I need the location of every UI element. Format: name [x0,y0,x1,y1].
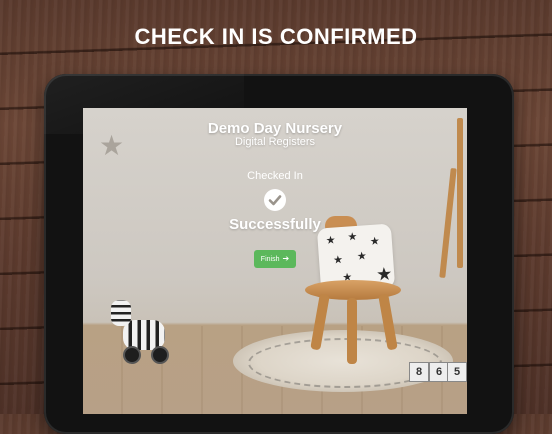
toy-wheel [123,346,141,364]
star-icon: ★ [332,253,344,267]
star-icon: ★ [325,234,337,248]
zebra-toy-head [111,300,131,326]
toy-wheel [151,346,169,364]
toy-block: 6 [429,362,449,382]
finish-button-label: Finish [260,255,280,263]
toy-block: 8 [409,362,429,382]
chair-leg [347,298,357,364]
star-icon: ★ [356,250,368,263]
app-subtitle: Digital Registers [234,136,316,148]
star-icon: ★ [369,235,381,248]
nursery-name: Demo Day Nursery [207,120,343,137]
toy-block: 5 [447,362,467,382]
success-label: Successfully [229,216,321,233]
checked-in-label: Checked In [247,170,303,182]
promo-headline: CHECK IN IS CONFIRMED [134,24,418,49]
check-circle-icon [264,189,286,211]
finish-button[interactable]: Finish ➔ [254,250,296,268]
arrow-right-icon: ➔ [282,254,290,263]
